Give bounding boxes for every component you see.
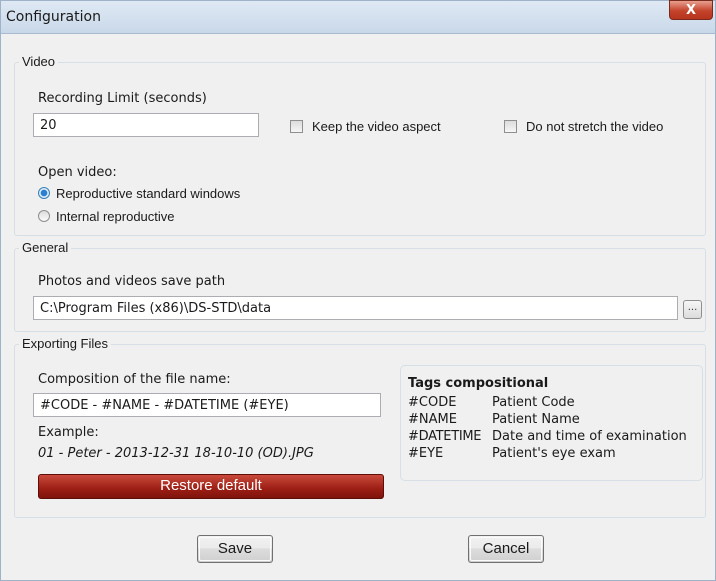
tag-code: #CODE bbox=[408, 395, 457, 410]
general-group-title: General bbox=[19, 240, 72, 255]
cancel-button[interactable]: Cancel bbox=[468, 535, 544, 563]
save-button-label: Save bbox=[217, 540, 253, 557]
composition-input[interactable]: #CODE - #NAME - #DATETIME (#EYE) bbox=[33, 393, 381, 417]
keep-aspect-label: Keep the video aspect bbox=[312, 119, 441, 134]
cancel-button-label: Cancel bbox=[482, 540, 530, 557]
restore-default-button[interactable]: Restore default bbox=[38, 474, 384, 499]
title-bar[interactable]: Configuration X bbox=[1, 0, 715, 34]
dialog-body: Video Recording Limit (seconds) 20 Keep … bbox=[10, 35, 710, 580]
close-icon: X bbox=[685, 2, 697, 18]
tag-eye: #EYE bbox=[408, 446, 444, 461]
recording-limit-input[interactable]: 20 bbox=[33, 113, 259, 137]
radio-internal[interactable] bbox=[38, 210, 50, 222]
close-button[interactable]: X bbox=[669, 0, 713, 20]
open-video-label: Open video: bbox=[38, 165, 117, 180]
radio-standard-windows-label: Reproductive standard windows bbox=[56, 186, 241, 201]
radio-internal-label: Internal reproductive bbox=[56, 209, 175, 224]
tag-code-desc: Patient Code bbox=[492, 395, 575, 410]
recording-limit-label: Recording Limit (seconds) bbox=[38, 91, 207, 106]
example-label: Example: bbox=[38, 425, 99, 440]
tag-datetime-desc: Date and time of examination bbox=[492, 429, 687, 444]
save-path-input[interactable]: C:\Program Files (x86)\DS-STD\data bbox=[33, 296, 678, 320]
tag-name: #NAME bbox=[408, 412, 457, 427]
save-path-label: Photos and videos save path bbox=[38, 274, 226, 289]
browse-button[interactable]: ... bbox=[683, 300, 702, 319]
composition-label: Composition of the file name: bbox=[38, 372, 231, 387]
video-group: Video Recording Limit (seconds) 20 Keep … bbox=[14, 54, 706, 236]
configuration-dialog: Configuration X Video Recording Limit (s… bbox=[0, 0, 716, 581]
video-group-title: Video bbox=[19, 54, 59, 69]
tag-name-desc: Patient Name bbox=[492, 412, 580, 427]
radio-standard-windows[interactable] bbox=[38, 187, 50, 199]
general-group: General Photos and videos save path C:\P… bbox=[14, 240, 706, 332]
tag-eye-desc: Patient's eye exam bbox=[492, 446, 616, 461]
save-button[interactable]: Save bbox=[197, 535, 273, 563]
example-value: 01 - Peter - 2013-12-31 18-10-10 (OD).JP… bbox=[38, 446, 314, 461]
window-title: Configuration bbox=[6, 9, 101, 25]
exporting-group: Exporting Files Composition of the file … bbox=[14, 336, 706, 518]
keep-aspect-checkbox[interactable] bbox=[290, 120, 303, 133]
no-stretch-label: Do not stretch the video bbox=[526, 119, 664, 134]
tag-datetime: #DATETIME bbox=[408, 429, 482, 444]
no-stretch-checkbox[interactable] bbox=[504, 120, 517, 133]
tags-title: Tags compositional bbox=[408, 376, 549, 391]
exporting-group-title: Exporting Files bbox=[19, 336, 111, 351]
tags-compositional-box: Tags compositional #CODE Patient Code #N… bbox=[400, 365, 703, 481]
ellipsis-icon: ... bbox=[687, 302, 698, 313]
